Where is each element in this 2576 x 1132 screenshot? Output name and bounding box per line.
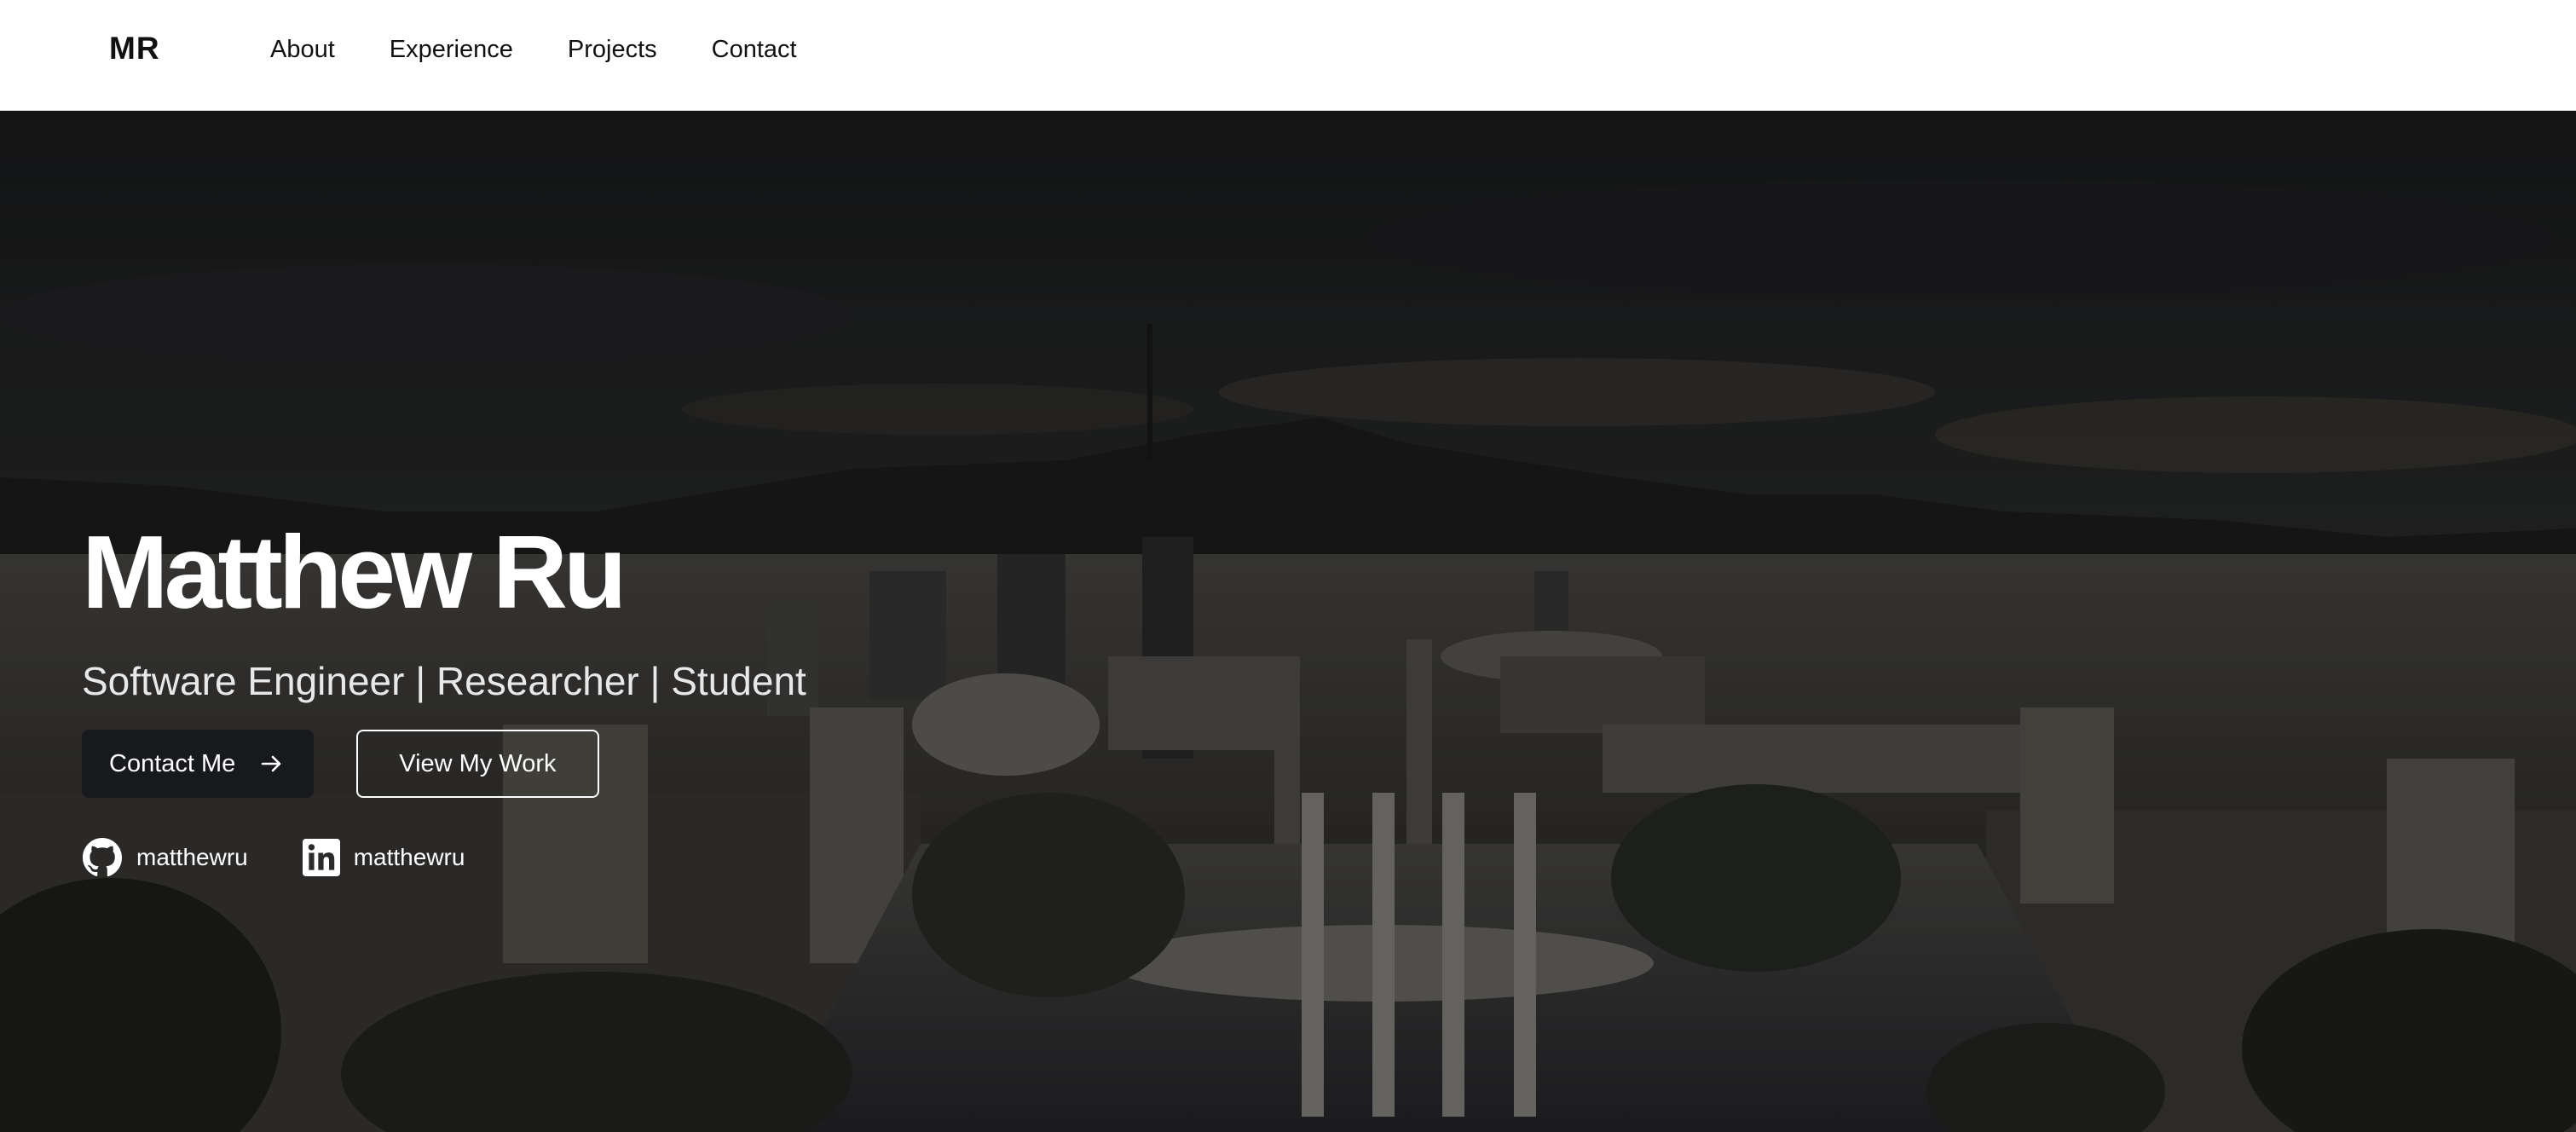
view-my-work-button[interactable]: View My Work — [356, 730, 599, 798]
hero-name: Matthew Ru — [82, 514, 627, 630]
linkedin-icon — [302, 839, 340, 876]
hero-section: Matthew Ru Software Engineer | Researche… — [0, 111, 2576, 1132]
github-link[interactable]: matthewru — [82, 837, 248, 878]
linkedin-link[interactable]: matthewru — [302, 839, 465, 876]
hero-buttons: Contact Me View My Work — [82, 730, 1275, 798]
brand-logo[interactable]: MR — [109, 31, 160, 66]
linkedin-label: matthewru — [353, 844, 465, 870]
hero-subtitle: Software Engineer | Researcher | Student — [82, 659, 806, 703]
navbar: MR About Experience Projects Contact — [0, 0, 2576, 111]
nav-links: About Experience Projects Contact — [270, 36, 852, 64]
nav-link-projects[interactable]: Projects — [568, 36, 657, 64]
arrow-right-icon — [261, 750, 283, 777]
nav-link-contact[interactable]: Contact — [712, 36, 797, 64]
nav-link-experience[interactable]: Experience — [390, 36, 513, 64]
contact-me-button[interactable]: Contact Me — [82, 730, 315, 798]
github-label: matthewru — [136, 844, 248, 870]
contact-me-label: Contact Me — [109, 749, 236, 777]
social-links: matthewru matthewru — [82, 837, 1275, 878]
hero-content: Matthew Ru Software Engineer | Researche… — [82, 520, 1275, 878]
github-icon — [83, 838, 123, 877]
nav-link-about[interactable]: About — [270, 36, 335, 64]
